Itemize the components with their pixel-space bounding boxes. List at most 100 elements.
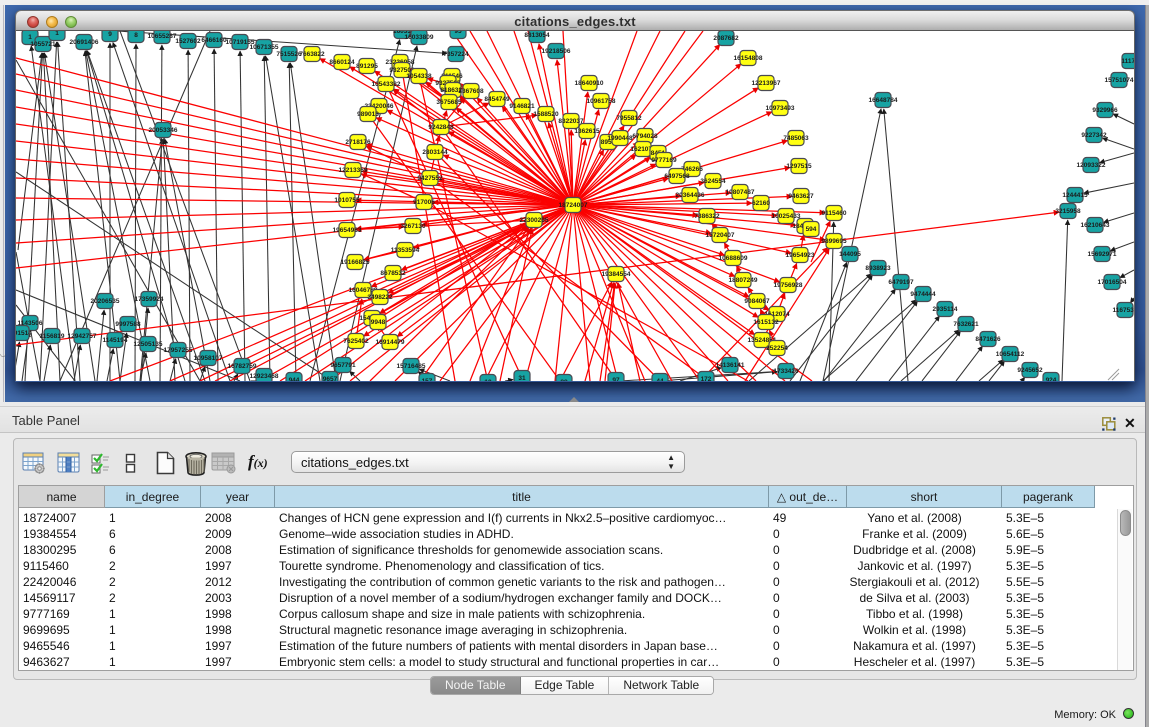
svg-text:10655287: 10655287 — [148, 33, 177, 40]
svg-text:16782759: 16782759 — [228, 363, 257, 370]
svg-text:172: 172 — [701, 376, 712, 381]
svg-text:16914479: 16914479 — [376, 339, 405, 346]
svg-text:9146821: 9146821 — [509, 103, 535, 110]
svg-text:1: 1 — [28, 34, 32, 41]
svg-text:1990448: 1990448 — [607, 135, 633, 142]
svg-text:15720407: 15720407 — [706, 232, 735, 239]
svg-text:62160: 62160 — [752, 200, 770, 207]
svg-text:20364436: 20364436 — [676, 192, 705, 199]
svg-text:19654923: 19654923 — [786, 252, 815, 259]
svg-text:9329966: 9329966 — [1092, 107, 1118, 114]
svg-text:1244415: 1244415 — [1062, 192, 1088, 199]
svg-text:1167533: 1167533 — [1113, 307, 1134, 314]
svg-text:9245652: 9245652 — [1017, 367, 1043, 374]
svg-text:6479197: 6479197 — [888, 279, 914, 286]
svg-text:7386322: 7386322 — [694, 213, 720, 220]
svg-text:9227342: 9227342 — [1081, 132, 1107, 139]
svg-text:989013: 989013 — [357, 111, 379, 118]
svg-text:6466160: 6466160 — [201, 37, 227, 44]
svg-text:17016504: 17016504 — [1098, 279, 1127, 286]
svg-text:9463627: 9463627 — [788, 193, 814, 200]
svg-text:9474444: 9474444 — [910, 291, 936, 298]
svg-text:3624554: 3624554 — [700, 178, 726, 185]
svg-text:3267130: 3267130 — [400, 223, 426, 230]
svg-text:18640910: 18640910 — [575, 80, 604, 87]
svg-text:20053346: 20053346 — [149, 127, 178, 134]
svg-text:391514: 391514 — [16, 330, 32, 337]
svg-text:19384554: 19384554 — [602, 271, 631, 278]
svg-text:1145194: 1145194 — [103, 337, 128, 344]
svg-text:9: 9 — [108, 31, 112, 38]
svg-text:11353594: 11353594 — [391, 247, 420, 254]
svg-text:16648784: 16648784 — [869, 97, 898, 104]
svg-text:9242848: 9242848 — [428, 124, 454, 131]
svg-text:1054338: 1054338 — [406, 73, 432, 80]
svg-text:20691406: 20691406 — [70, 39, 99, 46]
svg-text:1733426: 1733426 — [773, 368, 799, 375]
svg-text:20206535: 20206535 — [91, 298, 120, 305]
svg-text:8660124: 8660124 — [329, 59, 355, 66]
svg-text:9115460: 9115460 — [822, 210, 847, 217]
svg-text:10654112: 10654112 — [996, 351, 1025, 358]
svg-text:7485063: 7485063 — [783, 135, 809, 142]
svg-text:95: 95 — [454, 31, 462, 35]
svg-text:16154808: 16154808 — [734, 55, 763, 62]
svg-text:22300295: 22300295 — [520, 217, 549, 224]
svg-text:8454749: 8454749 — [484, 96, 510, 103]
svg-text:19218506: 19218506 — [542, 48, 571, 55]
svg-text:7955812: 7955812 — [616, 115, 642, 122]
svg-text:7663822: 7663822 — [299, 51, 325, 58]
svg-text:88: 88 — [560, 379, 568, 381]
svg-text:10973493: 10973493 — [766, 105, 795, 112]
svg-text:18807249: 18807249 — [729, 277, 758, 284]
svg-text:14136141: 14136141 — [716, 362, 745, 369]
svg-text:1055721: 1055721 — [30, 41, 56, 48]
svg-text:924: 924 — [1046, 377, 1057, 381]
svg-text:10807487: 10807487 — [726, 189, 755, 196]
svg-text:9657: 9657 — [323, 376, 338, 381]
svg-text:1010755: 1010755 — [334, 197, 360, 204]
svg-text:1527602: 1527602 — [175, 38, 201, 45]
svg-text:3215958: 3215958 — [1055, 208, 1081, 215]
svg-text:18724007: 18724007 — [559, 202, 588, 209]
svg-text:31: 31 — [518, 375, 526, 381]
svg-text:891295: 891295 — [356, 63, 378, 70]
svg-text:9948: 9948 — [371, 319, 386, 326]
svg-text:1: 1 — [55, 31, 59, 37]
svg-text:10025433: 10025433 — [772, 213, 801, 220]
svg-text:9427552: 9427552 — [417, 175, 443, 182]
svg-text:19756928: 19756928 — [774, 282, 803, 289]
svg-text:12213967: 12213967 — [752, 80, 781, 87]
svg-text:3675685: 3675685 — [436, 99, 462, 106]
svg-text:10671355: 10671355 — [250, 44, 279, 51]
svg-text:1588520: 1588520 — [533, 111, 559, 118]
svg-text:44: 44 — [656, 378, 664, 381]
svg-text:1297515: 1297515 — [786, 163, 812, 170]
svg-text:10543382: 10543382 — [372, 81, 401, 88]
svg-text:2087682: 2087682 — [713, 35, 739, 42]
svg-text:2367608: 2367608 — [458, 88, 484, 95]
svg-text:917006: 917006 — [413, 199, 435, 206]
svg-text:1615132: 1615132 — [753, 319, 779, 326]
svg-text:15692971: 15692971 — [1088, 251, 1117, 258]
svg-text:2718176: 2718176 — [345, 139, 371, 146]
svg-text:7357224: 7357224 — [443, 51, 469, 58]
svg-text:6794028: 6794028 — [632, 133, 658, 140]
svg-text:8471626: 8471626 — [975, 336, 1001, 343]
svg-text:157: 157 — [422, 378, 433, 381]
svg-text:97: 97 — [612, 377, 620, 381]
svg-text:7515526: 7515526 — [276, 51, 302, 58]
svg-text:15716485: 15716485 — [397, 363, 426, 370]
svg-text:10961758: 10961758 — [587, 98, 616, 105]
svg-text:12923468: 12923468 — [250, 373, 279, 380]
svg-text:17957255: 17957255 — [164, 347, 193, 354]
svg-text:1362615: 1362615 — [574, 128, 600, 135]
svg-text:16210643: 16210643 — [1081, 222, 1110, 229]
svg-text:594: 594 — [806, 226, 817, 233]
svg-text:19166825: 19166825 — [341, 259, 370, 266]
svg-text:10: 10 — [484, 379, 492, 381]
svg-text:8938923: 8938923 — [865, 265, 891, 272]
svg-text:12213369: 12213369 — [339, 167, 368, 174]
svg-text:9084067: 9084067 — [744, 298, 770, 305]
svg-text:10958107: 10958107 — [194, 355, 223, 362]
